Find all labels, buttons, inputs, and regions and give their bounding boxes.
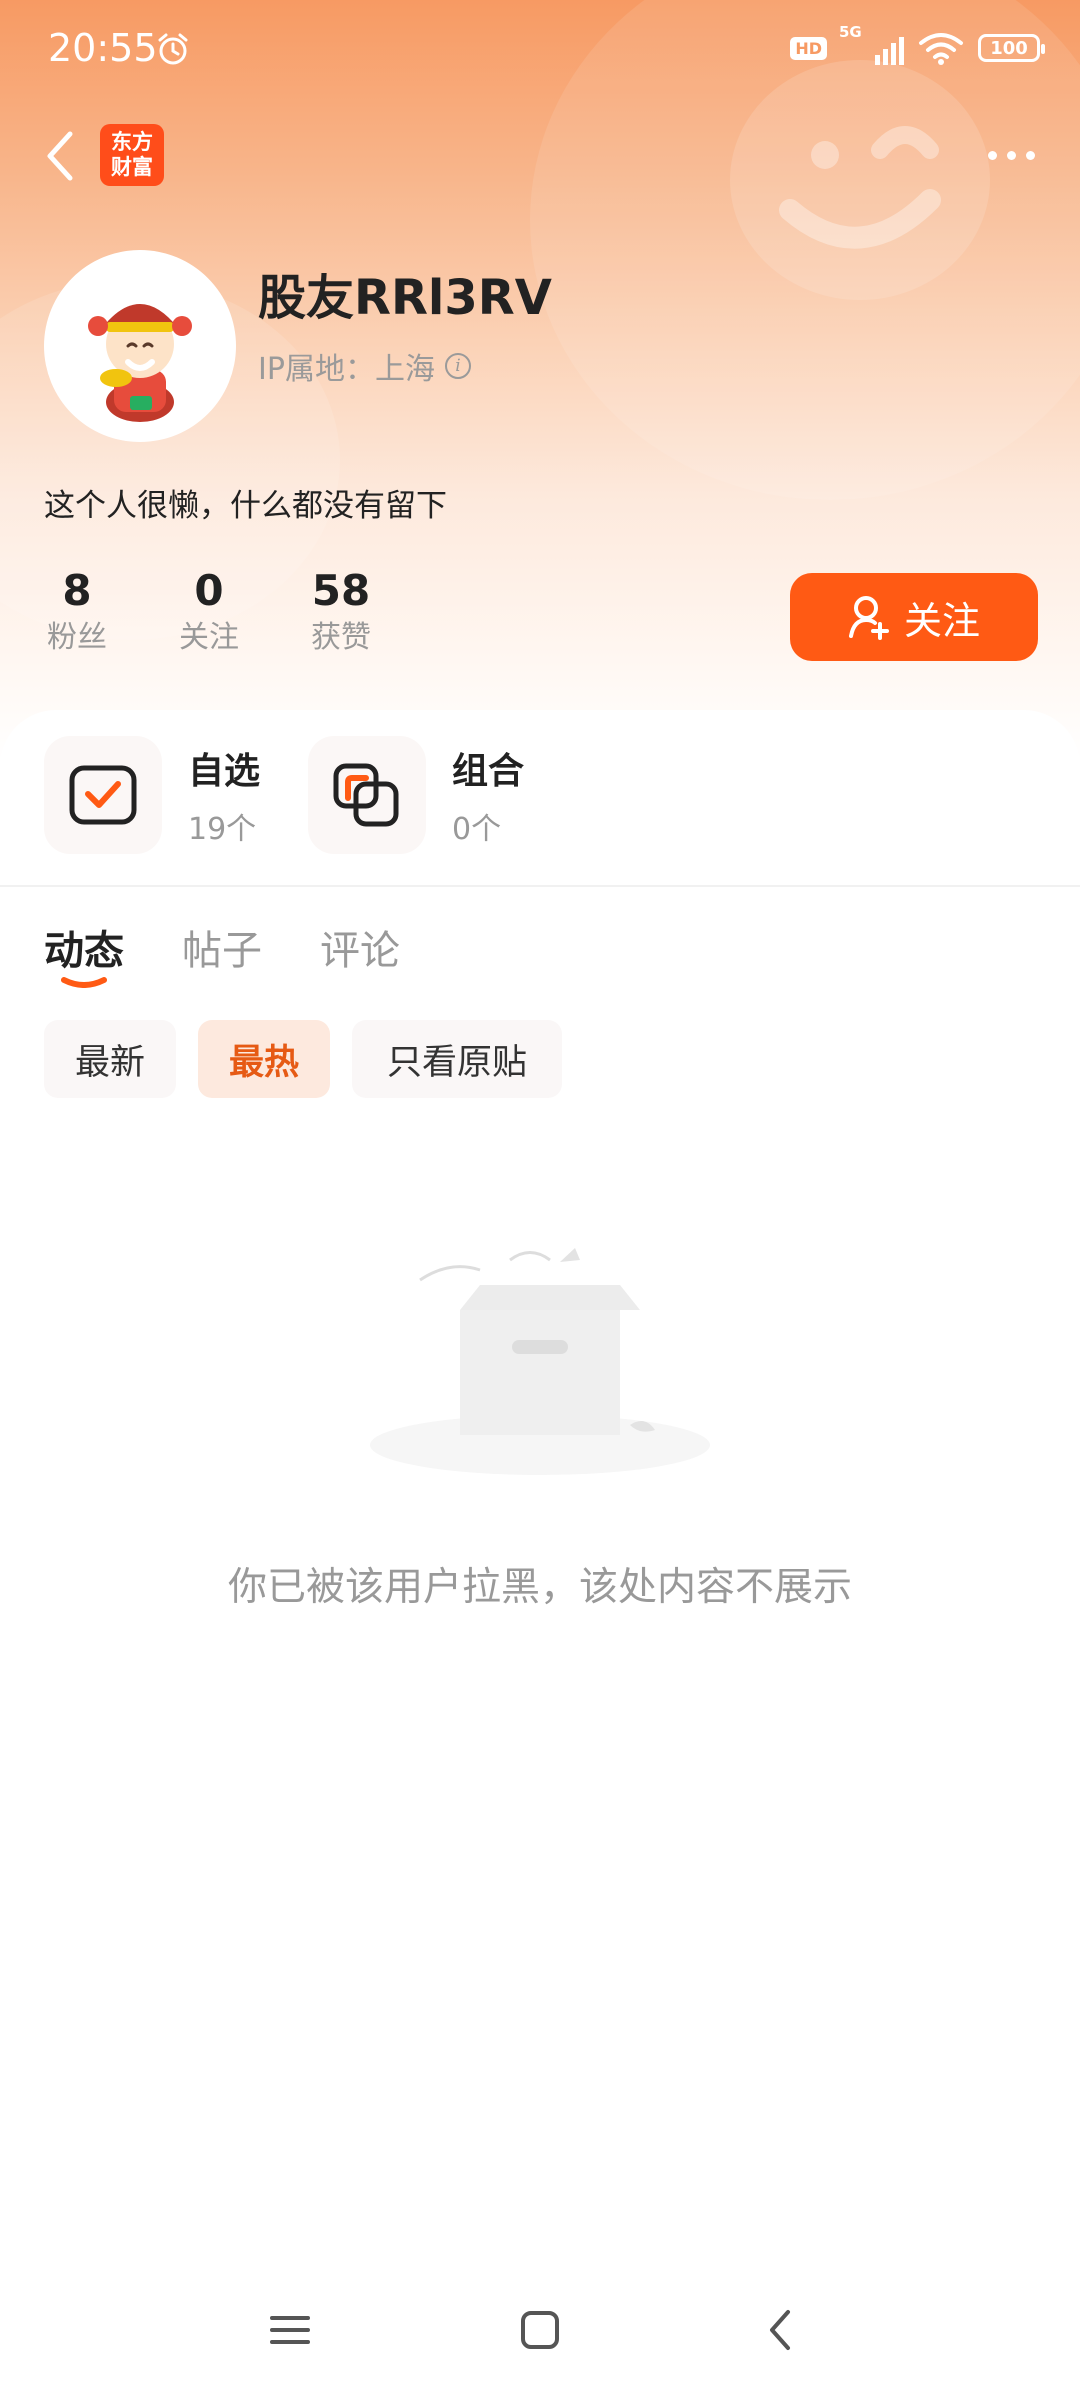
decorative-smile-bubble (730, 60, 990, 300)
watchlist-icon (44, 736, 162, 854)
filter-original-only[interactable]: 只看原贴 (352, 1020, 562, 1098)
active-tab-indicator (61, 977, 107, 988)
portfolio-icon (308, 736, 426, 854)
signal-icon: 5G (839, 23, 904, 65)
ip-value: 上海 (374, 352, 435, 387)
stat-label: 获赞 (311, 620, 371, 655)
more-options-button[interactable] (988, 140, 1044, 170)
avatar[interactable] (44, 250, 236, 442)
follow-button[interactable]: 关注 (790, 573, 1038, 661)
stat-label: 粉丝 (47, 620, 107, 655)
smile-icon (779, 126, 941, 249)
stat-label: 关注 (179, 620, 239, 655)
dot-icon (1026, 150, 1035, 160)
watchlist-count: 19个 (188, 812, 257, 847)
logo-text-bottom: 财富 (111, 155, 153, 179)
watchlist-title: 自选 (188, 751, 261, 792)
tab-activity[interactable]: 动态 (44, 918, 124, 976)
ip-location: IP属地：上海 i (258, 344, 471, 388)
blocked-message: 你已被该用户拉黑，该处内容不展示 (227, 1565, 852, 1610)
portfolio-count: 0个 (452, 812, 502, 847)
content-card (0, 710, 1080, 2400)
portfolio-title: 组合 (452, 751, 525, 792)
username: 股友RRl3RV (258, 270, 552, 326)
avatar-character-image (88, 304, 192, 422)
hd-badge: HD (790, 36, 827, 60)
empty-box-illustration (370, 1248, 710, 1475)
alarm-icon (158, 33, 188, 65)
battery-indicator: 100 (978, 34, 1045, 62)
app-logo[interactable]: 东方 财富 (100, 124, 164, 186)
network-type: 5G (839, 23, 862, 41)
add-user-icon (848, 596, 889, 640)
info-icon[interactable]: i (444, 353, 471, 379)
tab-comments[interactable]: 评论 (320, 918, 400, 976)
dot-icon (1007, 150, 1016, 160)
status-indicators: HD 5G 100 (790, 23, 1045, 68)
tab-posts[interactable]: 帖子 (182, 918, 262, 976)
portfolio-entry[interactable]: 组合 0个 (308, 736, 524, 854)
ip-label: IP属地： (258, 352, 375, 387)
logo-text-top: 东方 (111, 130, 153, 154)
menu-icon[interactable] (260, 2300, 320, 2360)
stat-value: 8 (62, 566, 92, 615)
home-icon[interactable] (510, 2300, 570, 2360)
stat-likes[interactable]: 58 获赞 (286, 566, 396, 660)
section-divider (0, 885, 1080, 887)
status-time: 20:55 (48, 26, 158, 70)
filter-hot[interactable]: 最热 (198, 1020, 330, 1098)
bio-text: 这个人很懒，什么都没有留下 (44, 488, 447, 524)
filter-latest[interactable]: 最新 (44, 1020, 176, 1098)
nav-back-icon[interactable] (752, 2300, 812, 2360)
stat-following[interactable]: 0 关注 (154, 566, 264, 660)
stat-value: 58 (311, 566, 371, 615)
dot-icon (988, 150, 997, 160)
stat-followers[interactable]: 8 粉丝 (22, 566, 132, 660)
watchlist-entry[interactable]: 自选 19个 (44, 736, 260, 854)
follow-label: 关注 (903, 598, 980, 643)
wifi-icon (919, 33, 963, 65)
stat-value: 0 (194, 566, 224, 615)
back-button[interactable] (40, 128, 84, 184)
